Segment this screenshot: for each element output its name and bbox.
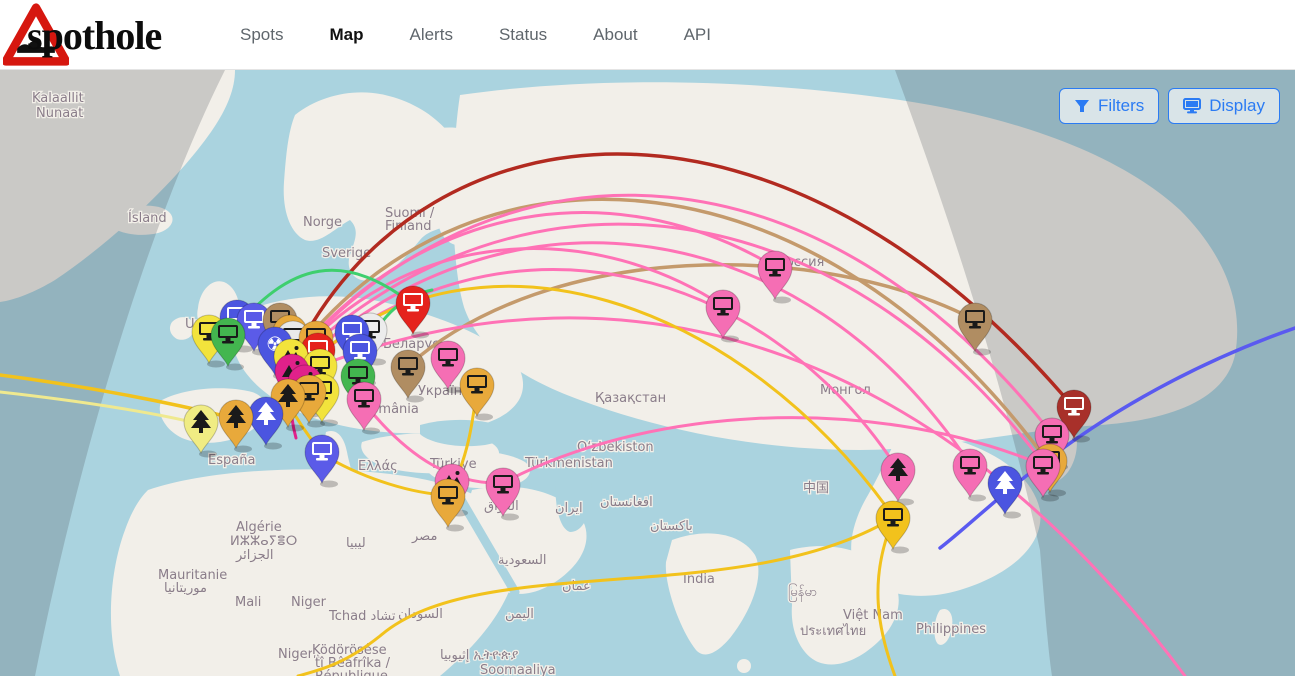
map-label: Philippines bbox=[916, 622, 986, 637]
map-label: ⵍⵣⵣⴰⵢⴻⵔ bbox=[230, 534, 297, 549]
map-label: الجزائر bbox=[235, 548, 274, 563]
map-label: ایران bbox=[555, 501, 583, 516]
world-map: KalaallitNunaatÍslandNorgeSverigeSuomi /… bbox=[0, 70, 1295, 676]
logo[interactable]: spothole bbox=[0, 0, 230, 70]
display-button[interactable]: Display bbox=[1168, 88, 1280, 124]
map-label: Қазақстан bbox=[595, 391, 666, 406]
map-label: باكستان bbox=[650, 519, 693, 534]
nav-map[interactable]: Map bbox=[329, 25, 363, 45]
map-label: اليمن bbox=[505, 607, 534, 622]
filter-funnel-icon bbox=[1074, 98, 1090, 114]
map-view[interactable]: KalaallitNunaatÍslandNorgeSverigeSuomi /… bbox=[0, 70, 1295, 676]
map-label: Ελλάς bbox=[358, 459, 398, 474]
map-label: Ísland bbox=[128, 210, 167, 226]
map-label: إثيوبيا ኢትዮጵያ bbox=[440, 648, 518, 663]
filters-button-label: Filters bbox=[1098, 96, 1144, 116]
map-label: ليبيا bbox=[346, 536, 366, 551]
map-label: Norge bbox=[303, 215, 342, 230]
map-label: Algérie bbox=[236, 520, 282, 535]
map-label: ประเทศไทย bbox=[800, 623, 866, 639]
map-pin-tree[interactable] bbox=[219, 400, 253, 453]
main-nav: Spots Map Alerts Status About API bbox=[240, 25, 711, 45]
map-label: Tchad تشاد bbox=[328, 609, 396, 624]
map-label: Nunaat bbox=[36, 106, 83, 121]
app-header: spothole Spots Map Alerts Status About A… bbox=[0, 0, 1295, 70]
map-label: Việt Nam bbox=[843, 608, 903, 623]
nav-api[interactable]: API bbox=[684, 25, 711, 45]
nav-status[interactable]: Status bbox=[499, 25, 547, 45]
display-button-label: Display bbox=[1209, 96, 1265, 116]
map-label: မြန်မာ bbox=[788, 583, 817, 602]
map-pin-tree[interactable] bbox=[249, 397, 283, 450]
map-label: Soomaaliya bbox=[480, 663, 556, 676]
map-label: Kalaallit bbox=[32, 91, 84, 106]
map-label: Mali bbox=[235, 595, 261, 610]
map-label: مصر bbox=[411, 529, 437, 544]
display-monitor-icon bbox=[1183, 98, 1201, 114]
filters-button[interactable]: Filters bbox=[1059, 88, 1159, 124]
map-controls: Filters Display bbox=[1059, 88, 1280, 124]
map-label: Türkmenistan bbox=[524, 456, 613, 471]
map-label: Niger bbox=[291, 595, 327, 610]
map-label: افغانستان bbox=[600, 495, 653, 510]
map-label: السعودية bbox=[498, 553, 547, 568]
map-label: 中国 bbox=[803, 481, 829, 496]
nav-spots[interactable]: Spots bbox=[240, 25, 283, 45]
map-label: République bbox=[315, 669, 388, 676]
map-pin-tree[interactable] bbox=[184, 405, 218, 458]
map-label: موريتانيا bbox=[164, 581, 207, 596]
logo-text: spothole bbox=[27, 12, 161, 59]
nav-alerts[interactable]: Alerts bbox=[409, 25, 452, 45]
nav-about[interactable]: About bbox=[593, 25, 637, 45]
